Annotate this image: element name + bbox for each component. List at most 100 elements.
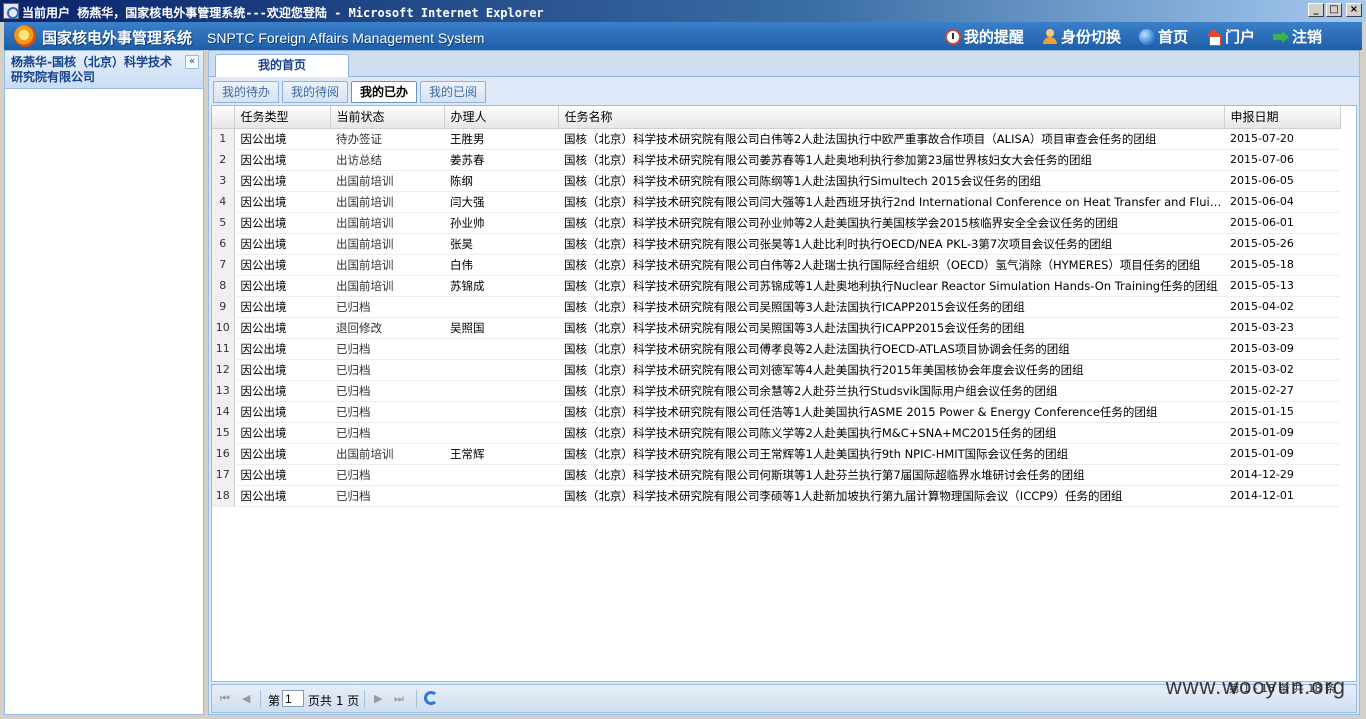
window-title-bar[interactable]: 当前用户 杨燕华，国家核电外事管理系统---欢迎您登陆 - Microsoft … — [0, 0, 1366, 22]
col-handler[interactable]: 办理人 — [444, 106, 559, 129]
subtab-read[interactable]: 我的已阅 — [420, 81, 487, 103]
snptc-logo-icon — [14, 25, 36, 47]
task-name-cell: 国核（北京）科学技术研究院有限公司陈纲等1人赴法国执行Simultech 201… — [558, 170, 1224, 192]
table-row[interactable]: 14 因公出境 已归档 国核（北京）科学技术研究院有限公司任浩等1人赴美国执行ASME… — [212, 401, 1340, 423]
handler-cell: 苏锦成 — [444, 275, 558, 297]
nav-home[interactable]: 首页 — [1138, 26, 1188, 47]
task-name-cell: 国核（北京）科学技术研究院有限公司任浩等1人赴美国执行ASME 2015 Pow… — [558, 401, 1224, 423]
task-name-cell: 国核（北京）科学技术研究院有限公司吴照国等3人赴法国执行ICAPP2015会议任… — [558, 317, 1224, 339]
handler-cell: 闫大强 — [444, 191, 558, 213]
row-number-cell: 1 — [212, 128, 235, 150]
prev-page-button[interactable]: ◀ — [242, 692, 250, 705]
table-row[interactable]: 11 因公出境 已归档 国核（北京）科学技术研究院有限公司傅孝良等2人赴法国执行OEC… — [212, 338, 1340, 360]
col-status[interactable]: 当前状态 — [330, 106, 445, 129]
table-row[interactable]: 5 因公出境 出国前培训 孙业帅 国核（北京）科学技术研究院有限公司孙业帅等2人赴美国执… — [212, 212, 1340, 234]
subtab-todo[interactable]: 我的待办 — [213, 81, 280, 103]
row-number-cell: 9 — [212, 296, 235, 318]
col-date[interactable]: 申报日期 — [1224, 106, 1341, 129]
table-row[interactable]: 10 因公出境 退回修改 吴照国 国核（北京）科学技术研究院有限公司吴照国等3人赴法国执… — [212, 317, 1340, 339]
date-cell: 2015-01-09 — [1224, 422, 1340, 444]
tab-my-home[interactable]: 我的首页 — [215, 54, 349, 77]
status-cell: 已归档 — [330, 485, 444, 507]
table-row[interactable]: 6 因公出境 出国前培训 张昊 国核（北京）科学技术研究院有限公司张昊等1人赴比利时执行… — [212, 233, 1340, 255]
table-row[interactable]: 9 因公出境 已归档 国核（北京）科学技术研究院有限公司吴照国等3人赴法国执行ICAP… — [212, 296, 1340, 318]
subtab-done[interactable]: 我的已办 — [351, 81, 418, 103]
date-cell: 2015-06-05 — [1224, 170, 1340, 192]
table-row[interactable]: 12 因公出境 已归档 国核（北京）科学技术研究院有限公司刘德军等4人赴美国执行201… — [212, 359, 1340, 381]
task-name-cell: 国核（北京）科学技术研究院有限公司苏锦成等1人赴奥地利执行Nuclear Rea… — [558, 275, 1224, 297]
status-cell: 待办签证 — [330, 128, 444, 150]
table-row[interactable]: 2 因公出境 出访总结 姜苏春 国核（北京）科学技术研究院有限公司姜苏春等1人赴奥地利执… — [212, 149, 1340, 171]
task-type-cell: 因公出境 — [234, 317, 330, 339]
task-name-cell: 国核（北京）科学技术研究院有限公司姜苏春等1人赴奥地利执行参加第23届世界核妇女… — [558, 149, 1224, 171]
task-name-cell: 国核（北京）科学技术研究院有限公司闫大强等1人赴西班牙执行2nd Interna… — [558, 191, 1224, 213]
status-cell: 已归档 — [330, 359, 444, 381]
table-row[interactable]: 18 因公出境 已归档 国核（北京）科学技术研究院有限公司李硕等1人赴新加坡执行第九届… — [212, 485, 1340, 507]
subtab-to-read[interactable]: 我的待阅 — [282, 81, 349, 103]
row-number-cell: 12 — [212, 359, 235, 381]
page-number-input[interactable] — [282, 690, 304, 707]
task-type-cell: 因公出境 — [234, 275, 330, 297]
app-header: 国家核电外事管理系统 SNPTC Foreign Affairs Managem… — [4, 22, 1362, 50]
last-page-button[interactable]: ⏭ — [394, 692, 404, 706]
table-row[interactable]: 16 因公出境 出国前培训 王常辉 国核（北京）科学技术研究院有限公司王常辉等1人赴美国… — [212, 443, 1340, 465]
table-row[interactable]: 3 因公出境 出国前培训 陈纲 国核（北京）科学技术研究院有限公司陈纲等1人赴法国执行S… — [212, 170, 1340, 192]
status-cell: 出国前培训 — [330, 254, 444, 276]
task-name-cell: 国核（北京）科学技术研究院有限公司刘德军等4人赴美国执行2015年美国核协会年度… — [558, 359, 1224, 381]
table-row[interactable]: 4 因公出境 出国前培训 闫大强 国核（北京）科学技术研究院有限公司闫大强等1人赴西班牙… — [212, 191, 1340, 213]
task-name-cell: 国核（北京）科学技术研究院有限公司白伟等2人赴法国执行中欧严重事故合作项目（AL… — [558, 128, 1224, 150]
task-type-cell: 因公出境 — [234, 149, 330, 171]
status-cell: 已归档 — [330, 464, 444, 486]
task-table: 任务类型 当前状态 办理人 任务名称 申报日期 1 因公出境 待办签证 王胜男 国核（北… — [212, 106, 1341, 507]
date-cell: 2015-05-18 — [1224, 254, 1340, 276]
date-cell: 2015-07-06 — [1224, 149, 1340, 171]
close-button[interactable]: × — [1346, 3, 1362, 17]
row-number-cell: 5 — [212, 212, 235, 234]
table-row[interactable]: 15 因公出境 已归档 国核（北京）科学技术研究院有限公司陈义学等2人赴美国执行M&C… — [212, 422, 1340, 444]
handler-cell — [444, 485, 558, 507]
nav-portal[interactable]: 门户 — [1205, 26, 1255, 47]
table-row[interactable]: 17 因公出境 已归档 国核（北京）科学技术研究院有限公司何斯琪等1人赴芬兰执行第7届… — [212, 464, 1340, 486]
handler-cell: 张昊 — [444, 233, 558, 255]
minimize-button[interactable]: _ — [1308, 3, 1324, 17]
table-row[interactable]: 7 因公出境 出国前培训 白伟 国核（北京）科学技术研究院有限公司白伟等2人赴瑞士执行国… — [212, 254, 1340, 276]
current-user-org: 杨燕华-国核（北京）科学技术研究院有限公司 — [11, 55, 172, 84]
table-row[interactable]: 13 因公出境 已归档 国核（北京）科学技术研究院有限公司余慧等2人赴芬兰执行Stud… — [212, 380, 1340, 402]
nav-reminders[interactable]: 我的提醒 — [944, 26, 1024, 47]
task-name-cell: 国核（北京）科学技术研究院有限公司白伟等2人赴瑞士执行国际经合组织（OECD）氢… — [558, 254, 1224, 276]
pager-separator — [364, 690, 365, 708]
top-nav: 我的提醒 身份切换 首页 门户 注销 — [944, 26, 1322, 47]
nav-logout[interactable]: 注销 — [1272, 26, 1322, 47]
system-name-en: SNPTC Foreign Affairs Management System — [207, 30, 485, 46]
col-task-name[interactable]: 任务名称 — [558, 106, 1225, 129]
handler-cell — [444, 380, 558, 402]
task-name-cell: 国核（北京）科学技术研究院有限公司李硕等1人赴新加坡执行第九届计算物理国际会议（… — [558, 485, 1224, 507]
row-number-cell: 7 — [212, 254, 235, 276]
next-page-button[interactable]: ▶ — [374, 692, 382, 705]
row-number-cell: 4 — [212, 191, 235, 213]
house-icon — [1205, 28, 1222, 46]
table-row[interactable]: 1 因公出境 待办签证 王胜男 国核（北京）科学技术研究院有限公司白伟等2人赴法国执行中… — [212, 128, 1340, 150]
table-row[interactable]: 8 因公出境 出国前培训 苏锦成 国核（北京）科学技术研究院有限公司苏锦成等1人赴奥地利… — [212, 275, 1340, 297]
date-cell: 2015-01-09 — [1224, 443, 1340, 465]
first-page-button[interactable]: ⏮ — [220, 692, 230, 706]
status-cell: 已归档 — [330, 380, 444, 402]
status-cell: 已归档 — [330, 296, 444, 318]
handler-cell: 吴照国 — [444, 317, 558, 339]
row-number-cell: 15 — [212, 422, 235, 444]
refresh-icon[interactable] — [424, 691, 438, 705]
handler-cell: 王常辉 — [444, 443, 558, 465]
col-task-type[interactable]: 任务类型 — [234, 106, 331, 129]
table-header-row: 任务类型 当前状态 办理人 任务名称 申报日期 — [212, 106, 1341, 129]
maximize-button[interactable]: □ — [1326, 3, 1342, 17]
task-name-cell: 国核（北京）科学技术研究院有限公司王常辉等1人赴美国执行9th NPIC-HMI… — [558, 443, 1224, 465]
user-icon — [1042, 28, 1058, 45]
nav-switch-identity[interactable]: 身份切换 — [1042, 26, 1121, 47]
date-cell: 2015-01-15 — [1224, 401, 1340, 423]
row-number-cell: 13 — [212, 380, 235, 402]
status-cell: 出国前培训 — [330, 443, 444, 465]
handler-cell: 孙业帅 — [444, 212, 558, 234]
handler-cell — [444, 422, 558, 444]
date-cell: 2015-03-02 — [1224, 359, 1340, 381]
collapse-panel-button[interactable]: « — [185, 55, 199, 69]
